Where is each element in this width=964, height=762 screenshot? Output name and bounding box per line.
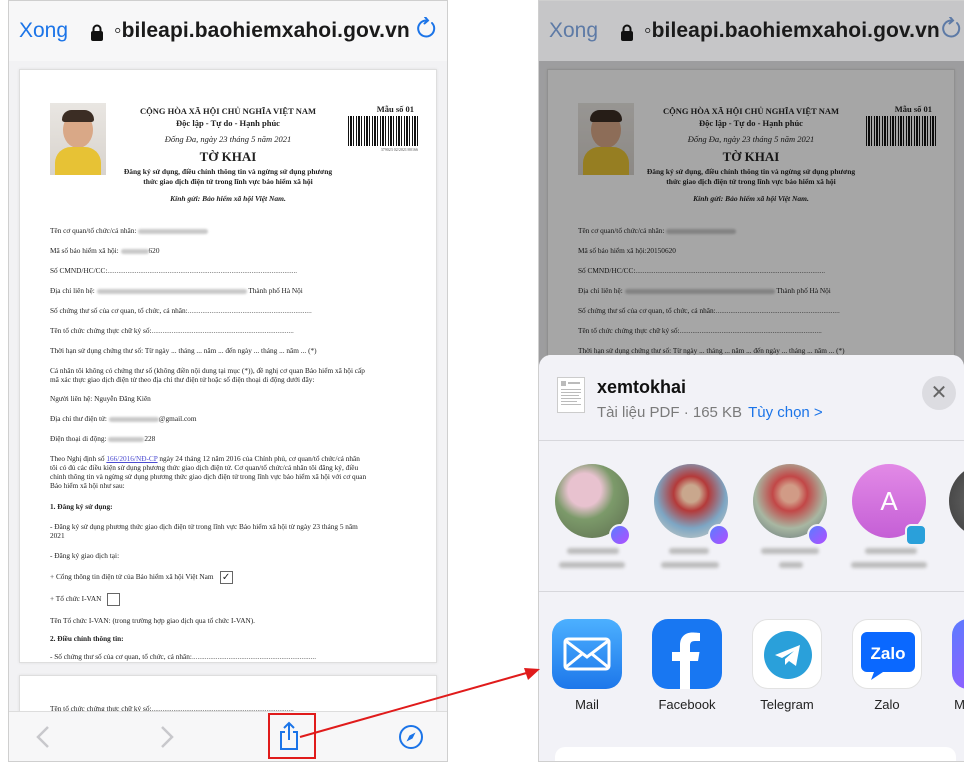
app-row: Mail Facebook Telegram Zalo Zalo M xyxy=(539,593,964,723)
field-id: Số CMND/HC/CC:..........................… xyxy=(50,266,298,275)
compass-icon[interactable] xyxy=(398,724,424,755)
messenger-icon xyxy=(708,524,730,546)
share-actions-list[interactable] xyxy=(555,747,956,761)
portal-option: + Cổng thông tin điện tử của Bảo hiểm xã… xyxy=(50,569,416,585)
file-size: Tài liệu PDF · 165 KB xyxy=(597,404,743,421)
back-icon[interactable] xyxy=(35,725,51,754)
contact-name xyxy=(669,548,709,554)
field-value: @gmail.com xyxy=(158,414,197,423)
contact-name xyxy=(761,548,819,554)
option-label: + Cổng thông tin điện tử của Bảo hiểm xã… xyxy=(50,572,214,581)
contact-name xyxy=(559,562,625,568)
field-label: Tên tổ chức chứng thực chữ ký số: xyxy=(50,326,152,335)
barcode xyxy=(348,116,420,146)
field-label: Số chứng thư số của cơ quan, tổ chức, cá… xyxy=(50,306,188,315)
browser-toolbar xyxy=(9,711,447,761)
ivan-name: Tên Tổ chức I-VAN: (trong trường hợp gia… xyxy=(50,616,255,625)
share-sheet: xemtokhai Tài liệu PDF · 165 KB Tùy chọn … xyxy=(539,355,964,761)
field-label: Điện thoại di động: xyxy=(50,434,107,443)
reload-icon[interactable] xyxy=(940,15,962,46)
contact-person: Người liên hệ: Nguyễn Đăng Kiên xyxy=(50,394,151,403)
lock-icon xyxy=(620,23,634,41)
pdf-page[interactable]: CỘNG HÒA XÃ HỘI CHỦ NGHĨA VIỆT NAM Độc l… xyxy=(19,69,437,663)
field-insurance: Mã số bảo hiểm xã hội: 620 xyxy=(50,246,416,256)
field-label: Địa chỉ thư điện tử: xyxy=(50,414,107,423)
field-cert: Số chứng thư số của cơ quan, tổ chức, cá… xyxy=(50,306,312,315)
field-label: Số CMND/HC/CC: xyxy=(50,266,108,275)
field-email: Địa chỉ thư điện tử: @gmail.com xyxy=(50,414,416,424)
svg-text:Zalo: Zalo xyxy=(871,644,906,663)
contact-avatar[interactable] xyxy=(949,464,964,538)
done-button[interactable]: Xong xyxy=(549,19,598,43)
field-value: Thành phố Hà Nội xyxy=(248,286,303,295)
options-link[interactable]: Tùy chọn > xyxy=(748,404,823,421)
field-label: Mã số bảo hiểm xã hội: xyxy=(50,246,119,255)
browser-top-bar: Xong ◦bileapi.baohiemxahoi.gov.vn xyxy=(9,1,447,61)
zalo-app-icon[interactable]: Zalo xyxy=(852,619,922,689)
messenger-icon xyxy=(609,524,631,546)
form-number: Mẫu số 01 xyxy=(376,104,414,114)
barcode-number: 379023 02/2021/00166 xyxy=(380,147,418,152)
people-suggestions: A xyxy=(539,442,964,592)
field-label: - Số chứng thư số của cơ quan, tổ chức, … xyxy=(50,652,192,661)
right-phone-screen: Xong ◦bileapi.baohiemxahoi.gov.vn CỘNG H… xyxy=(538,0,964,762)
field-label: Tên cơ quan/tổ chức/cá nhân: xyxy=(50,226,137,235)
ivan-option: + Tổ chức I-VAN xyxy=(50,591,416,607)
decree-link[interactable]: 166/2016/NĐ-CP xyxy=(106,454,157,463)
lock-icon xyxy=(90,23,104,41)
contact-name xyxy=(661,562,719,568)
close-icon[interactable]: ✕ xyxy=(922,376,956,410)
document-title: TỜ KHAI xyxy=(199,149,257,164)
forward-icon[interactable] xyxy=(159,725,175,754)
field-value: 228 xyxy=(144,434,156,443)
field-period: Thời hạn sử dụng chứng thư số: Từ ngày .… xyxy=(50,346,317,355)
field-org: Tên cơ quan/tổ chức/cá nhân: xyxy=(50,226,416,236)
messenger-icon xyxy=(807,524,829,546)
document-subtitle: Đăng ký sử dụng, điều chỉnh thông tin và… xyxy=(20,167,436,187)
facebook-app-icon[interactable] xyxy=(652,619,722,689)
share-file-header: xemtokhai Tài liệu PDF · 165 KB Tùy chọn … xyxy=(539,355,964,441)
share-button-highlight xyxy=(268,713,316,759)
telegram-badge-icon xyxy=(905,524,927,546)
reload-icon[interactable] xyxy=(415,15,437,46)
field-phone: Điện thoại di động: 228 xyxy=(50,434,416,444)
done-button[interactable]: Xong xyxy=(19,19,68,43)
decree-text: Theo Nghị định số xyxy=(50,454,105,463)
field-value: 620 xyxy=(148,246,160,255)
file-meta: Tài liệu PDF · 165 KB Tùy chọn > xyxy=(597,404,823,421)
registration-place: - Đăng ký giao dịch tại: xyxy=(50,551,120,560)
section-1-heading: 1. Đăng ký sử dụng: xyxy=(50,502,113,511)
subtitle-line-2: thức giao dịch điện tử trong lĩnh vực bả… xyxy=(143,177,313,186)
decree-text: ngày 24 tháng 12 năm 2016 của Chính phủ,… xyxy=(159,454,360,463)
contact-name xyxy=(851,562,927,568)
field-ca: Tên tổ chức chứng thực chữ ký số:.......… xyxy=(50,326,294,335)
file-name: xemtokhai xyxy=(597,377,687,397)
recipient: Kính gửi: Bảo hiểm xã hội Việt Nam. xyxy=(170,194,286,203)
portal-checkbox[interactable]: ✓ xyxy=(219,570,233,584)
subtitle-line-1: Đăng ký sử dụng, điều chỉnh thông tin và… xyxy=(123,167,333,176)
file-thumbnail xyxy=(557,377,585,413)
mail-app-icon[interactable] xyxy=(552,619,622,689)
contact-name xyxy=(865,548,917,554)
contact-name xyxy=(779,562,803,568)
url-text[interactable]: ◦bileapi.baohiemxahoi.gov.vn xyxy=(644,19,940,43)
left-phone-screen: Xong ◦bileapi.baohiemxahoi.gov.vn CỘNG H… xyxy=(8,0,448,762)
decree-line-4: Bảo hiểm xã hội như sau: xyxy=(50,481,125,490)
section-2-heading: 2. Điều chỉnh thông tin: xyxy=(50,634,124,643)
browser-top-bar: Xong ◦bileapi.baohiemxahoi.gov.vn xyxy=(539,1,964,61)
url-text[interactable]: ◦bileapi.baohiemxahoi.gov.vn xyxy=(114,19,410,43)
messenger-app-icon[interactable] xyxy=(952,619,964,689)
telegram-app-icon[interactable] xyxy=(752,619,822,689)
section-1-text-2: 2021 xyxy=(50,531,65,540)
app-label: M xyxy=(954,697,964,712)
section-2-text: - Số chứng thư số của cơ quan, tổ chức, … xyxy=(50,652,317,661)
field-label: Địa chỉ liên hệ: xyxy=(50,286,95,295)
contact-name xyxy=(567,548,619,554)
option-label: + Tổ chức I-VAN xyxy=(50,594,102,603)
note-line-2: mã xác thực giao dịch điện tử theo địa c… xyxy=(50,375,315,384)
ivan-checkbox[interactable] xyxy=(107,592,121,606)
field-address: Địa chỉ liên hệ: Thành phố Hà Nội xyxy=(50,286,416,296)
